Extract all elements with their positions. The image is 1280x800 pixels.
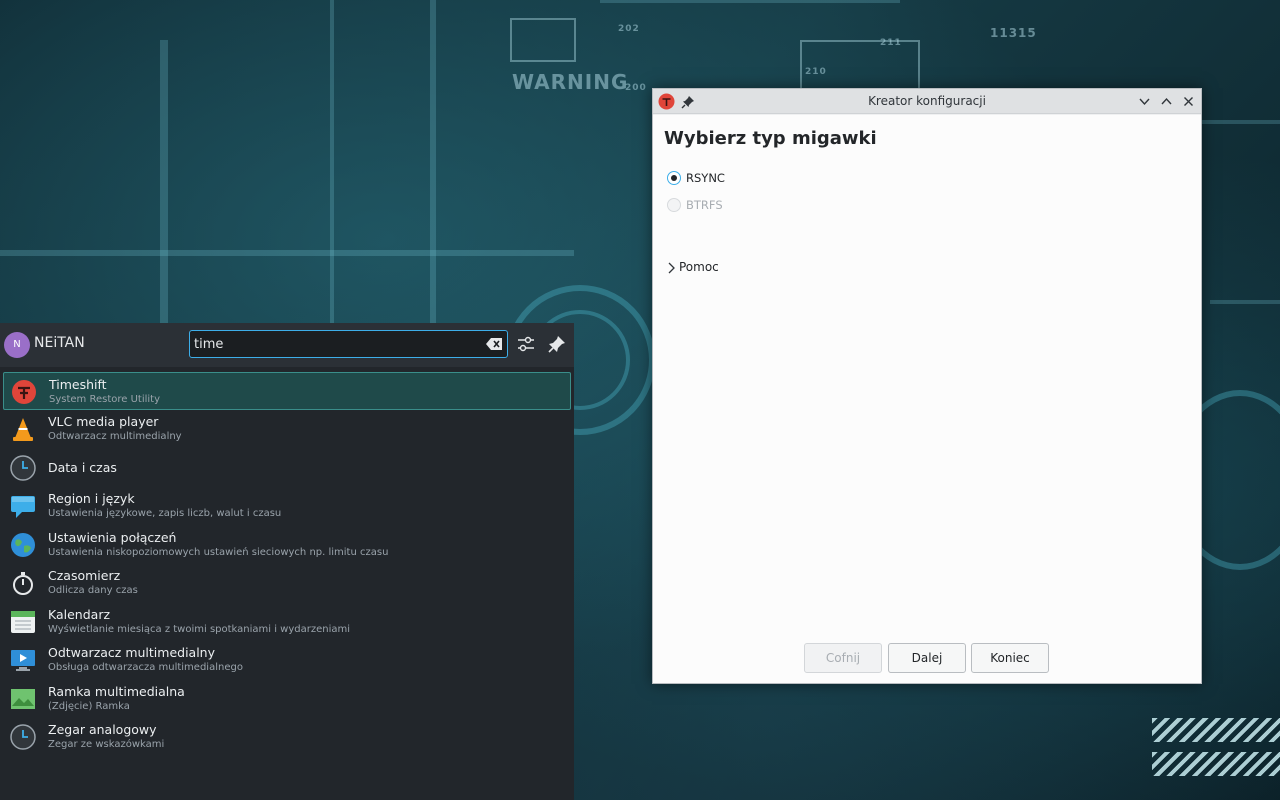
page-title: Wybierz typ migawki (664, 128, 877, 149)
wallpaper-box (510, 18, 576, 62)
search-field[interactable] (189, 330, 508, 358)
minimize-icon[interactable] (1137, 94, 1152, 109)
back-button: Cofnij (804, 643, 882, 673)
window-title: Kreator konfiguracji (868, 94, 986, 108)
wallpaper-line (430, 0, 436, 330)
result-region-language[interactable]: Region i język Ustawienia językowe, zapi… (3, 487, 571, 525)
wizard-content: Wybierz typ migawki RSYNC BTRFS Pomoc Co… (653, 115, 1201, 683)
close-icon[interactable] (1181, 94, 1196, 109)
result-media-frame[interactable]: Ramka multimedialna (Zdjęcie) Ramka (3, 680, 571, 718)
result-title: Czasomierz (48, 568, 121, 583)
clock-icon (10, 455, 36, 481)
result-title: Region i język (48, 491, 135, 506)
result-vlc[interactable]: VLC media player Odtwarzacz multimedialn… (3, 410, 571, 448)
wallpaper-line (0, 250, 574, 256)
result-calendar[interactable]: Kalendarz Wyświetlanie miesiąca z twoimi… (3, 603, 571, 641)
wallpaper-warning-text: WARNING (512, 70, 629, 94)
result-subtitle: Odlicza dany czas (48, 585, 138, 596)
vlc-icon (10, 416, 36, 442)
wallpaper-line (330, 0, 334, 330)
result-subtitle: Wyświetlanie miesiąca z twoimi spotkania… (48, 624, 351, 635)
result-title: Timeshift (49, 377, 107, 392)
wallpaper-box (800, 40, 920, 90)
result-subtitle: Ustawienia niskopoziomowych ustawień sie… (48, 547, 389, 558)
result-timer[interactable]: Czasomierz Odlicza dany czas (3, 564, 571, 602)
sliders-icon[interactable] (515, 333, 537, 355)
application-launcher: N NEiTAN Timeshift System Restore Utilit… (0, 323, 574, 800)
wallpaper-line (600, 0, 900, 3)
wallpaper-label: 11315 (990, 26, 1037, 40)
wallpaper-label: 210 (805, 67, 827, 77)
help-label: Pomoc (679, 260, 719, 274)
wallpaper-line (1200, 120, 1280, 124)
calendar-icon (10, 609, 36, 635)
avatar[interactable]: N (4, 332, 30, 358)
wallpaper-label: 211 (880, 38, 902, 48)
result-connection-settings[interactable]: Ustawienia połączeń Ustawienia niskopozi… (3, 526, 571, 564)
wallpaper-stripes (1152, 752, 1280, 776)
radio-button[interactable] (667, 171, 681, 185)
next-button[interactable]: Dalej (888, 643, 966, 673)
window-titlebar[interactable]: Kreator konfiguracji (653, 89, 1201, 114)
wallpaper-stripes (1152, 718, 1280, 742)
result-subtitle: Ustawienia językowe, zapis liczb, walut … (48, 508, 282, 519)
setup-wizard-dialog: Kreator konfiguracji Wybierz typ migawki… (652, 88, 1202, 684)
speech-bubble-icon (10, 493, 36, 519)
search-input[interactable] (194, 334, 474, 354)
wallpaper-label: 200 (625, 83, 647, 93)
result-title: Kalendarz (48, 607, 111, 622)
result-subtitle: Zegar ze wskazówkami (48, 739, 165, 750)
wallpaper-label: 202 (618, 24, 640, 34)
result-title: Ustawienia połączeń (48, 530, 177, 545)
wallpaper-line (1210, 300, 1280, 304)
option-label: BTRFS (686, 198, 723, 212)
radio-button (667, 198, 681, 212)
result-subtitle: System Restore Utility (49, 394, 161, 405)
result-title: Data i czas (48, 460, 117, 475)
wallpaper-line (160, 40, 168, 330)
username: NEiTAN (34, 335, 85, 351)
result-title: Odtwarzacz multimedialny (48, 645, 215, 660)
result-date-time[interactable]: Data i czas (3, 449, 571, 487)
result-title: Ramka multimedialna (48, 684, 185, 699)
timeshift-icon (11, 379, 37, 405)
result-subtitle: Odtwarzacz multimedialny (48, 431, 182, 442)
result-timeshift[interactable]: Timeshift System Restore Utility (3, 372, 571, 410)
result-media-player[interactable]: Odtwarzacz multimedialny Obsługa odtwarz… (3, 641, 571, 679)
maximize-icon[interactable] (1159, 94, 1174, 109)
option-label: RSYNC (686, 171, 725, 185)
picture-frame-icon (10, 686, 36, 712)
pin-icon[interactable] (546, 333, 568, 355)
launcher-header: N NEiTAN (0, 323, 574, 367)
chevron-right-icon (667, 260, 677, 274)
stopwatch-icon (10, 570, 36, 596)
result-analog-clock[interactable]: Zegar analogowy Zegar ze wskazówkami (3, 718, 571, 756)
finish-button[interactable]: Koniec (971, 643, 1049, 673)
result-subtitle: (Zdjęcie) Ramka (48, 701, 130, 712)
analog-clock-icon (10, 724, 36, 750)
backspace-icon[interactable] (485, 336, 503, 352)
result-title: VLC media player (48, 414, 159, 429)
result-title: Zegar analogowy (48, 722, 157, 737)
globe-icon (10, 532, 36, 558)
media-player-icon (10, 647, 36, 673)
result-subtitle: Obsługa odtwarzacza multimedialnego (48, 662, 243, 673)
